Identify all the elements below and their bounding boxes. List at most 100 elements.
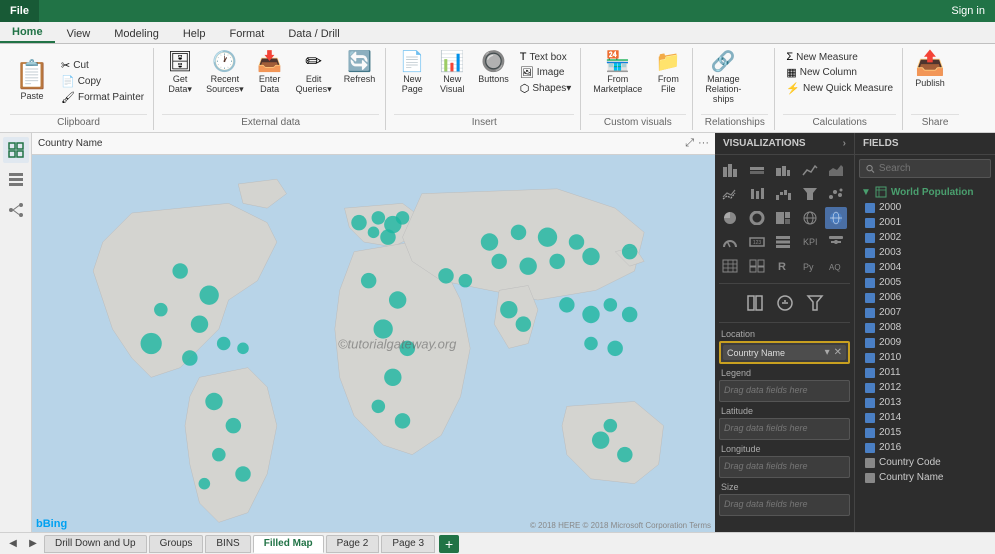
field-2013[interactable]: 2013: [859, 395, 991, 410]
tab-view[interactable]: View: [55, 25, 103, 43]
tab-home[interactable]: Home: [0, 23, 55, 43]
field-2002[interactable]: 2002: [859, 230, 991, 245]
viz-line-clustered-icon[interactable]: [719, 183, 741, 205]
tab-filled-map[interactable]: Filled Map: [253, 535, 324, 553]
expand-icon[interactable]: ⤢: [685, 137, 694, 150]
tab-prev-button[interactable]: ◀: [4, 535, 22, 553]
location-content[interactable]: Country Name ▾ ✕: [719, 341, 850, 364]
format-icon[interactable]: [742, 290, 768, 316]
viz-card-icon[interactable]: 123: [746, 231, 768, 253]
new-visual-button[interactable]: 📊 NewVisual: [434, 50, 470, 96]
tab-next-button[interactable]: ▶: [24, 535, 42, 553]
file-menu[interactable]: File: [0, 0, 39, 22]
field-2016[interactable]: 2016: [859, 440, 991, 455]
fields-search-box[interactable]: [859, 159, 991, 178]
tab-page-3[interactable]: Page 3: [381, 535, 435, 553]
paste-button[interactable]: 📋 Paste: [10, 50, 54, 112]
manage-relationships-button[interactable]: 🔗 ManageRelation-ships: [701, 50, 745, 106]
tab-groups[interactable]: Groups: [149, 535, 204, 553]
from-marketplace-button[interactable]: 🏪 FromMarketplace: [589, 50, 646, 96]
enter-data-button[interactable]: 📥 EnterData: [252, 50, 288, 96]
longitude-content[interactable]: Drag data fields here: [719, 456, 850, 478]
viz-area-icon[interactable]: [825, 159, 847, 181]
viz-waterfall-icon[interactable]: [772, 183, 794, 205]
viz-funnel-icon[interactable]: [799, 183, 821, 205]
latitude-content[interactable]: Drag data fields here: [719, 418, 850, 440]
tab-page-2[interactable]: Page 2: [326, 535, 380, 553]
tab-format[interactable]: Format: [217, 25, 276, 43]
field-2008[interactable]: 2008: [859, 320, 991, 335]
viz-multi-row-card-icon[interactable]: [772, 231, 794, 253]
field-2005[interactable]: 2005: [859, 275, 991, 290]
tab-bins[interactable]: BINS: [205, 535, 250, 553]
country-name-chip-x[interactable]: ✕: [834, 347, 842, 358]
viz-bar-icon[interactable]: [719, 159, 741, 181]
new-measure-button[interactable]: Σ New Measure: [783, 50, 896, 64]
size-content[interactable]: Drag data fields here: [719, 494, 850, 516]
format-painter-button[interactable]: 🖌 Format Painter: [58, 90, 147, 105]
viz-ribbon-icon[interactable]: [746, 183, 768, 205]
viz-treemap-icon[interactable]: [772, 207, 794, 229]
cut-button[interactable]: ✂ Cut: [58, 58, 147, 73]
viz-100bar-icon[interactable]: [772, 159, 794, 181]
buttons-button[interactable]: 🔘 Buttons: [474, 50, 513, 86]
field-2009[interactable]: 2009: [859, 335, 991, 350]
publish-button[interactable]: 📤 Publish: [911, 50, 949, 90]
field-2001[interactable]: 2001: [859, 215, 991, 230]
world-population-header[interactable]: ▼ World Population: [859, 184, 991, 200]
edit-queries-button[interactable]: ✏ EditQueries▾: [292, 50, 336, 97]
viz-gauge-icon[interactable]: [719, 231, 741, 253]
country-name-chip-remove[interactable]: ▾: [825, 347, 830, 358]
from-file-button[interactable]: 📁 FromFile: [650, 50, 686, 96]
tab-data-drill[interactable]: Data / Drill: [276, 25, 351, 43]
viz-panel-arrow[interactable]: ›: [843, 138, 846, 149]
legend-content[interactable]: Drag data fields here: [719, 380, 850, 402]
viz-donut-icon[interactable]: [746, 207, 768, 229]
shapes-button[interactable]: ⬡ Shapes▾: [517, 81, 575, 96]
field-2015[interactable]: 2015: [859, 425, 991, 440]
filter-viz-icon[interactable]: [802, 290, 828, 316]
signin-button[interactable]: Sign in: [941, 2, 995, 20]
viz-custom-icon[interactable]: AQ: [825, 255, 847, 277]
viz-r-icon[interactable]: R: [772, 255, 794, 277]
tab-modeling[interactable]: Modeling: [102, 25, 171, 43]
viz-line-icon[interactable]: [799, 159, 821, 181]
field-2007[interactable]: 2007: [859, 305, 991, 320]
viz-pie-icon[interactable]: [719, 207, 741, 229]
refresh-button[interactable]: 🔄 Refresh: [340, 50, 380, 86]
tab-add-button[interactable]: +: [439, 535, 459, 553]
viz-slicer-icon[interactable]: [825, 231, 847, 253]
more-options-icon[interactable]: ···: [698, 137, 709, 150]
search-input[interactable]: [879, 163, 984, 174]
copy-button[interactable]: 📄 Copy: [58, 74, 147, 89]
viz-filled-map-icon[interactable]: [825, 207, 847, 229]
model-view-icon[interactable]: [3, 197, 29, 223]
field-country-name[interactable]: Country Name: [859, 470, 991, 485]
field-country-code[interactable]: Country Code: [859, 455, 991, 470]
viz-map-icon[interactable]: [799, 207, 821, 229]
report-view-icon[interactable]: [3, 137, 29, 163]
field-2011[interactable]: 2011: [859, 365, 991, 380]
viz-table-icon[interactable]: [719, 255, 741, 277]
recent-sources-button[interactable]: 🕐 RecentSources▾: [202, 50, 248, 97]
new-quick-measure-button[interactable]: ⚡ New Quick Measure: [783, 81, 896, 96]
field-2003[interactable]: 2003: [859, 245, 991, 260]
new-column-button[interactable]: ▦ New Column: [783, 65, 896, 80]
viz-python-icon[interactable]: Py: [799, 255, 821, 277]
viz-scatter-icon[interactable]: [825, 183, 847, 205]
field-2004[interactable]: 2004: [859, 260, 991, 275]
viz-kpi-icon[interactable]: KPI: [799, 231, 821, 253]
new-page-button[interactable]: 📄 NewPage: [394, 50, 430, 96]
field-2014[interactable]: 2014: [859, 410, 991, 425]
field-2006[interactable]: 2006: [859, 290, 991, 305]
viz-stacked-bar-icon[interactable]: [746, 159, 768, 181]
field-2000[interactable]: 2000: [859, 200, 991, 215]
tab-help[interactable]: Help: [171, 25, 218, 43]
field-2012[interactable]: 2012: [859, 380, 991, 395]
tab-drill-down-and-up[interactable]: Drill Down and Up: [44, 535, 147, 553]
analytics-icon[interactable]: [772, 290, 798, 316]
image-button[interactable]: 🖼 Image: [517, 65, 575, 80]
text-box-button[interactable]: T Text box: [517, 50, 575, 64]
field-2010[interactable]: 2010: [859, 350, 991, 365]
data-view-icon[interactable]: [3, 167, 29, 193]
